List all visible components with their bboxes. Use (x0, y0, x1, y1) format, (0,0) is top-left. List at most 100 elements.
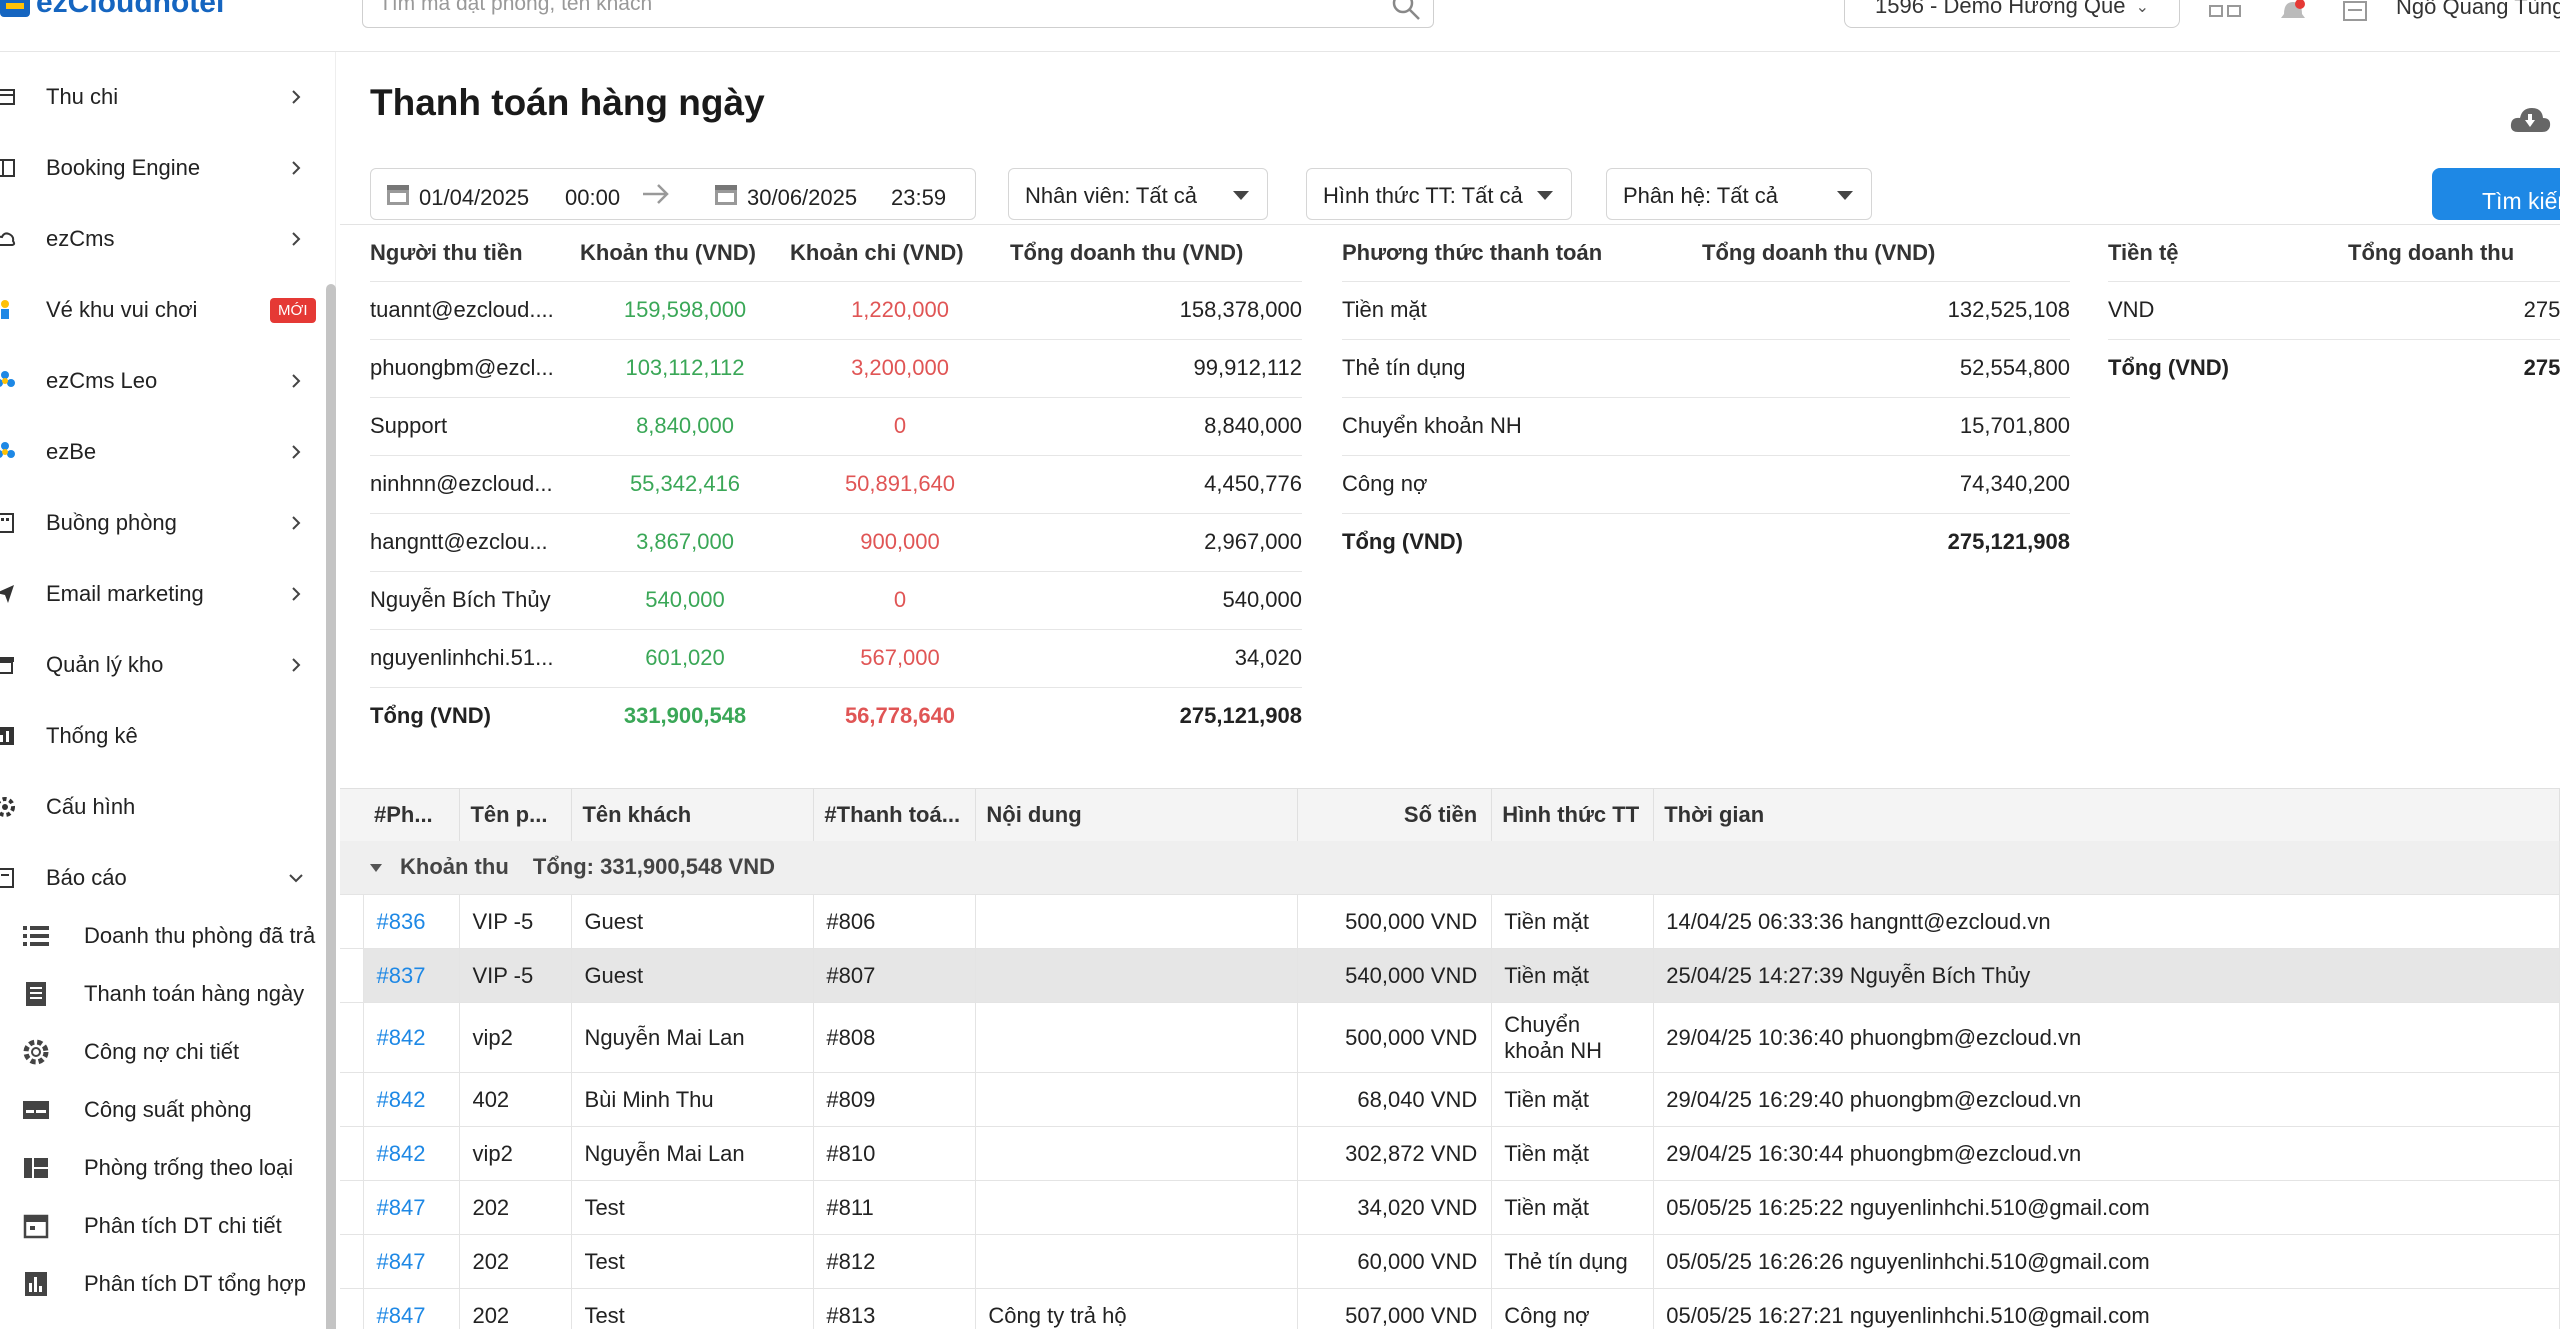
collector-summary-table: Người thu tiền Khoản thu (VND) Khoản chi… (370, 225, 1302, 745)
payment-method-summary-table: Phương thức thanh toán Tổng doanh thu (V… (1342, 225, 2070, 571)
calendar-icon (387, 185, 409, 205)
sidebar-item-booking-engine[interactable]: Booking Engine (0, 143, 320, 193)
chevron-right-icon (292, 90, 301, 104)
table-header-row: #Ph... Tên p... Tên khách #Thanh toá... … (340, 788, 2560, 841)
column-header[interactable]: Nội dung (975, 788, 1299, 841)
row-gutter (340, 1072, 365, 1127)
total-row: Tổng (VND) 275,121,908 (1342, 513, 2070, 571)
chevron-right-icon (292, 374, 301, 388)
table-row: tuannt@ezcloud.... 159,598,000 1,220,000 15… (370, 281, 1302, 340)
method-name: Chuyển khoản NH (1342, 397, 1702, 456)
department-filter[interactable]: Phân hệ: Tất cả (1606, 168, 1872, 220)
staff-filter[interactable]: Nhân viên: Tất cả (1008, 168, 1268, 220)
sidebar-item-thu-chi[interactable]: Thu chi (0, 72, 320, 122)
sidebar-item-thong-ke[interactable]: Thống kê (0, 711, 320, 761)
table-row: nguyenlinhchi.51... 601,020 567,000 34,020 (370, 629, 1302, 688)
column-header: Tổng doanh thu (VND) (1010, 225, 1302, 282)
report-item-doanh-thu-phong[interactable]: Doanh thu phòng đã trả (0, 911, 330, 961)
sidebar-item-buong-phong[interactable]: Buồng phòng (0, 498, 320, 548)
column-header[interactable]: Tên p... (459, 788, 573, 841)
start-time[interactable]: 00:00 (565, 185, 620, 211)
time-cell: 29/04/25 16:29:40 phuongbm@ezcloud.vn (1653, 1072, 2560, 1127)
column-header[interactable]: Thời gian (1653, 788, 2560, 841)
column-header[interactable]: #Thanh toá... (813, 788, 977, 841)
table-row-selected[interactable]: #837 VIP -5 Guest #807 540,000 VND Tiền … (340, 948, 2560, 1003)
row-gutter (340, 948, 365, 1003)
group-row-income[interactable]: Khoản thu Tổng: 331,900,548 VND (340, 840, 2560, 895)
time-cell: 14/04/25 06:33:36 hangntt@ezcloud.vn (1653, 894, 2560, 949)
content-cell (975, 1180, 1299, 1235)
search-icon[interactable] (1389, 0, 1423, 23)
report-item-cong-no-chi-tiet[interactable]: Công nợ chi tiết (0, 1027, 330, 1077)
sidebar-item-ve-khu-vui-choi[interactable]: Vé khu vui chơi MỚI (0, 285, 320, 335)
method-name: Tiền mặt (1342, 281, 1702, 340)
table-row[interactable]: #842 vip2 Nguyễn Mai Lan #810 302,872 VN… (340, 1126, 2560, 1181)
document-icon (26, 982, 46, 1006)
table-row[interactable]: #836 VIP -5 Guest #806 500,000 VND Tiền … (340, 894, 2560, 949)
total-row: Tổng (VND) 331,900,548 56,778,640 275,121,9… (370, 687, 1302, 745)
report-item-cong-suat-phong[interactable]: Công suất phòng (0, 1085, 330, 1135)
sidebar-item-quan-ly-kho[interactable]: Quản lý kho (0, 640, 320, 690)
collector-name: Support (370, 397, 580, 456)
column-header[interactable]: #Ph... (363, 788, 461, 841)
user-name[interactable]: Ngô Quang Tùng (2396, 0, 2560, 20)
sidebar-item-ezcms-leo[interactable]: ezCms Leo (0, 356, 320, 406)
wallet-icon (0, 89, 15, 105)
sidebar-item-bao-cao[interactable]: Báo cáo (0, 853, 320, 903)
hotel-selector[interactable]: 1596 - Demo Hương Quế ⌄ (1844, 0, 2180, 28)
time-cell: 05/05/25 16:26:26 nguyenlinhchi.510@gmai… (1653, 1234, 2560, 1289)
booking-link[interactable]: #837 (363, 948, 461, 1003)
table-row[interactable]: #842 402 Bùi Minh Thu #809 68,040 VND Ti… (340, 1072, 2560, 1127)
sidebar-item-label: Buồng phòng (46, 510, 177, 535)
logo[interactable]: ezCloudhotel (0, 0, 224, 20)
table-row: phuongbm@ezcl... 103,112,112 3,200,000 99,9… (370, 339, 1302, 398)
table-row[interactable]: #847 202 Test #813 Công ty trả hộ 507,00… (340, 1288, 2560, 1329)
date-range-picker[interactable]: 01/04/2025 00:00 30/06/2025 23:59 (370, 168, 976, 220)
sidebar-item-email-marketing[interactable]: Email marketing (0, 569, 320, 619)
table-row[interactable]: #842 vip2 Nguyễn Mai Lan #808 500,000 VN… (340, 1002, 2560, 1073)
guest-cell: Test (571, 1234, 815, 1289)
time-cell: 29/04/25 10:36:40 phuongbm@ezcloud.vn (1653, 1002, 2560, 1073)
booking-link[interactable]: #842 (363, 1002, 461, 1073)
column-header[interactable]: Tên khách (571, 788, 815, 841)
calendar-icon[interactable] (2338, 0, 2372, 24)
method-cell: Công nợ (1491, 1288, 1655, 1329)
store-icon (0, 657, 14, 674)
cloud-download-icon[interactable] (2508, 102, 2552, 136)
column-header: Tổng doanh thu (2348, 225, 2560, 282)
total-label: Tổng (VND) (2108, 355, 2229, 381)
report-item-phan-tich-dt-tong-hop[interactable]: Phân tích DT tổng hợp (0, 1259, 330, 1309)
content-cell (975, 1126, 1299, 1181)
start-date[interactable]: 01/04/2025 (419, 185, 529, 211)
sidebar-item-cau-hinh[interactable]: Cấu hình (0, 782, 320, 832)
row-gutter (340, 1126, 365, 1181)
search-button[interactable]: Tìm kiếm (2432, 168, 2560, 220)
booking-link[interactable]: #847 (363, 1180, 461, 1235)
guest-cell: Test (571, 1180, 815, 1235)
booking-link[interactable]: #842 (363, 1126, 461, 1181)
booking-link[interactable]: #842 (363, 1072, 461, 1127)
payment-id-cell: #813 (813, 1288, 977, 1329)
sidebar-item-ezbe[interactable]: ezBe (0, 427, 320, 477)
table-row[interactable]: #847 202 Test #812 60,000 VND Thẻ tín dụ… (340, 1234, 2560, 1289)
apps-grid-icon[interactable] (2208, 0, 2242, 24)
column-header[interactable]: Số tiền (1297, 788, 1493, 841)
column-header[interactable]: Hình thức TT (1491, 788, 1655, 841)
booking-link[interactable]: #847 (363, 1288, 461, 1329)
table-row[interactable]: #847 202 Test #811 34,020 VND Tiền mặt 0… (340, 1180, 2560, 1235)
booking-link[interactable]: #847 (363, 1234, 461, 1289)
report-item-phan-tich-dt-chi-tiet[interactable]: Phân tích DT chi tiết (0, 1201, 330, 1251)
end-time[interactable]: 23:59 (891, 185, 946, 211)
cloud-icon (0, 232, 16, 246)
sidebar-scrollbar[interactable] (326, 284, 336, 1329)
search-input[interactable] (363, 0, 1363, 29)
end-date[interactable]: 30/06/2025 (747, 185, 857, 211)
booking-link[interactable]: #836 (363, 894, 461, 949)
sidebar-item-ezcms[interactable]: ezCms (0, 214, 320, 264)
amount-cell: 540,000 VND (1297, 948, 1493, 1003)
payment-type-filter[interactable]: Hình thức TT: Tất cả (1306, 168, 1572, 220)
report-item-phong-trong-theo-loai[interactable]: Phòng trống theo loại (0, 1143, 330, 1193)
bell-icon[interactable] (2276, 0, 2310, 24)
report-item-thanh-toan-hang-ngay[interactable]: Thanh toán hàng ngày (0, 969, 330, 1019)
collapse-triangle-icon[interactable] (370, 864, 382, 873)
